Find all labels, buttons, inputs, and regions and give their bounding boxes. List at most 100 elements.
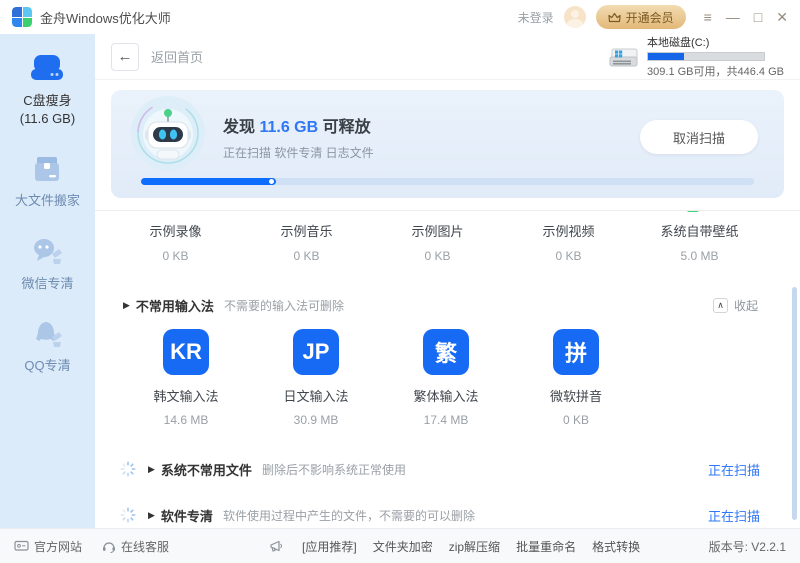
close-icon[interactable]: ✕: [776, 10, 788, 24]
input-method-section-header: ▶ 不常用输入法 不需要的输入法可删除 ∧ 收起: [123, 296, 758, 315]
sidebar-item-wechat-clean[interactable]: 微信专清: [21, 237, 74, 293]
scanning-status: 正在扫描: [707, 462, 760, 478]
expand-triangle-icon[interactable]: ▶: [123, 300, 130, 311]
found-size: 11.6 GB: [259, 119, 319, 136]
expand-triangle-icon[interactable]: ▶: [148, 464, 155, 475]
input-method-pinyin[interactable]: 拼 微软拼音 0 KB: [511, 329, 641, 427]
local-disk-icon: [609, 48, 638, 66]
footer-tool[interactable]: [应用推荐]: [302, 538, 357, 555]
chevron-up-icon: ∧: [712, 298, 728, 313]
item-size: 5.0 MB: [680, 249, 719, 263]
spinner-icon: [120, 507, 136, 523]
qq-clean-icon: [36, 321, 63, 347]
list-item[interactable]: 示例音乐 0 KB: [241, 221, 372, 263]
sample-files-row: 示例录像 0 KB 示例音乐 0 KB 示例图片 0 KB 示例视频 0 KB …: [110, 221, 765, 263]
input-method-label: 韩文输入法: [153, 389, 219, 404]
open-vip-button[interactable]: 开通会员: [595, 5, 686, 29]
titlebar-right: 未登录 开通会员 ≡ — □ ✕: [518, 5, 788, 29]
input-method-badge: KR: [163, 329, 209, 375]
section-title: 软件专清: [160, 508, 213, 524]
crown-icon: [608, 12, 621, 22]
sidebar-item-c-drive-slim[interactable]: C盘瘦身 (11.6 GB): [20, 54, 75, 128]
online-support-link[interactable]: 在线客服: [102, 538, 169, 555]
headset-icon: [103, 541, 116, 553]
footer-tool[interactable]: 文件夹加密: [373, 538, 433, 555]
footer-link-label: 在线客服: [121, 539, 170, 554]
megaphone-icon: [270, 540, 283, 552]
disk-meta: 本地磁盘(C:) 309.1 GB可用，共446.4 GB: [647, 34, 784, 79]
input-method-badge: 繁: [423, 329, 469, 375]
item-size: 0 KB: [424, 249, 451, 263]
input-method-label: 微软拼音: [549, 389, 602, 404]
titlebar: 金舟Windows优化大师 未登录 开通会员 ≡ — □ ✕: [0, 0, 800, 34]
scrollbar-thumb[interactable]: [792, 287, 797, 520]
list-item[interactable]: 系统自带壁纸 5.0 MB: [634, 221, 765, 263]
expand-triangle-icon[interactable]: ▶: [148, 510, 155, 521]
sidebar-item-label: C盘瘦身 (11.6 GB): [19, 93, 76, 127]
input-method-tiles: KR 韩文输入法 14.6 MB JP 日文输入法 30.9 MB 繁 繁体输入…: [121, 329, 641, 427]
item-label: 系统自带壁纸: [660, 224, 739, 239]
list-item[interactable]: 示例图片 0 KB: [372, 221, 503, 263]
collapse-button[interactable]: ∧ 收起: [712, 297, 758, 314]
section-title: 不常用输入法: [135, 299, 214, 314]
minimize-icon[interactable]: —: [726, 10, 740, 24]
item-size: 0 KB: [555, 249, 582, 263]
item-label: 示例录像: [149, 224, 202, 239]
scan-progress-fill: [141, 178, 276, 185]
input-method-label: 繁体输入法: [413, 389, 479, 404]
scan-banner: 发现 11.6 GB 可释放 正在扫描 软件专清 日志文件 取消扫描: [111, 90, 784, 198]
maximize-icon[interactable]: □: [754, 10, 762, 24]
input-method-traditional[interactable]: 繁 繁体输入法 17.4 MB: [381, 329, 511, 427]
sidebar-item-label: QQ专清: [24, 357, 71, 373]
disk-usage-bar: [647, 52, 766, 61]
menu-icon[interactable]: ≡: [704, 10, 712, 24]
content-header: ← 返回首页 本地磁盘(C:) 309.1 GB可用，共446.4 GB: [95, 34, 800, 80]
cancel-scan-button[interactable]: 取消扫描: [640, 120, 758, 154]
item-size: 0 KB: [293, 249, 320, 263]
footer-tools: [应用推荐] 文件夹加密 zip解压缩 批量重命名 格式转换: [269, 538, 640, 555]
partial-checkmark-icon: [687, 211, 699, 212]
input-method-label: 日文输入法: [283, 389, 349, 404]
sidebar-item-qq-clean[interactable]: QQ专清: [24, 319, 71, 375]
section-software-clean[interactable]: ▶ 软件专清 软件使用过程中产生的文件，不需要的可以删除 正在扫描: [120, 501, 760, 528]
input-method-badge: JP: [293, 329, 339, 375]
input-method-size: 0 KB: [562, 413, 589, 427]
found-line: 发现 11.6 GB 可释放: [223, 119, 371, 136]
section-subtitle: 删除后不影响系统正常使用: [261, 462, 406, 477]
avatar[interactable]: [563, 6, 586, 28]
section-title: 系统不常用文件: [160, 462, 252, 478]
input-method-badge: 拼: [553, 329, 599, 375]
item-label: 示例图片: [411, 224, 464, 239]
section-subtitle: 不需要的输入法可删除: [223, 299, 344, 313]
disk-info: 本地磁盘(C:) 309.1 GB可用，共446.4 GB: [609, 34, 784, 79]
section-subtitle: 软件使用过程中产生的文件，不需要的可以删除: [222, 508, 475, 523]
app-logo-icon: [12, 7, 32, 27]
input-method-japanese[interactable]: JP 日文输入法 30.9 MB: [251, 329, 381, 427]
input-method-size: 30.9 MB: [293, 413, 339, 427]
sidebar-item-label: 微信专清: [21, 275, 74, 291]
sidebar: C盘瘦身 (11.6 GB) 大文件搬家 微信专清 QQ专清: [0, 34, 95, 528]
list-item[interactable]: 示例视频 0 KB: [503, 221, 634, 263]
disk-name: 本地磁盘(C:): [647, 37, 710, 49]
official-website-link[interactable]: 官方网站: [14, 538, 82, 555]
back-home-label[interactable]: 返回首页: [151, 47, 203, 66]
back-button[interactable]: ←: [111, 42, 139, 71]
section-system-unused-files[interactable]: ▶ 系统不常用文件 删除后不影响系统正常使用 正在扫描: [120, 455, 760, 483]
input-method-korean[interactable]: KR 韩文输入法 14.6 MB: [121, 329, 251, 427]
disk-usage-fill: [648, 53, 684, 60]
item-label: 示例视频: [542, 224, 595, 239]
list-item[interactable]: 示例录像 0 KB: [110, 221, 241, 263]
sidebar-item-big-file-move[interactable]: 大文件搬家: [15, 154, 80, 210]
login-status[interactable]: 未登录: [518, 9, 554, 26]
input-method-size: 17.4 MB: [423, 413, 469, 427]
footer-tool[interactable]: 批量重命名: [516, 538, 576, 555]
vip-label: 开通会员: [625, 10, 674, 25]
footer-tool[interactable]: zip解压缩: [449, 538, 500, 555]
version-label: 版本号: V2.2.1: [708, 539, 786, 554]
main-content: ← 返回首页 本地磁盘(C:) 309.1 GB可用，共446.4 GB 发现 …: [95, 34, 800, 528]
scan-progress-dot: [268, 179, 274, 184]
input-method-size: 14.6 MB: [163, 413, 209, 427]
footer-tool[interactable]: 格式转换: [592, 538, 640, 555]
scan-result-list: 示例录像 0 KB 示例音乐 0 KB 示例图片 0 KB 示例视频 0 KB …: [95, 210, 800, 528]
app-window: 金舟Windows优化大师 未登录 开通会员 ≡ — □ ✕ C盘瘦身 (11.…: [0, 0, 800, 563]
